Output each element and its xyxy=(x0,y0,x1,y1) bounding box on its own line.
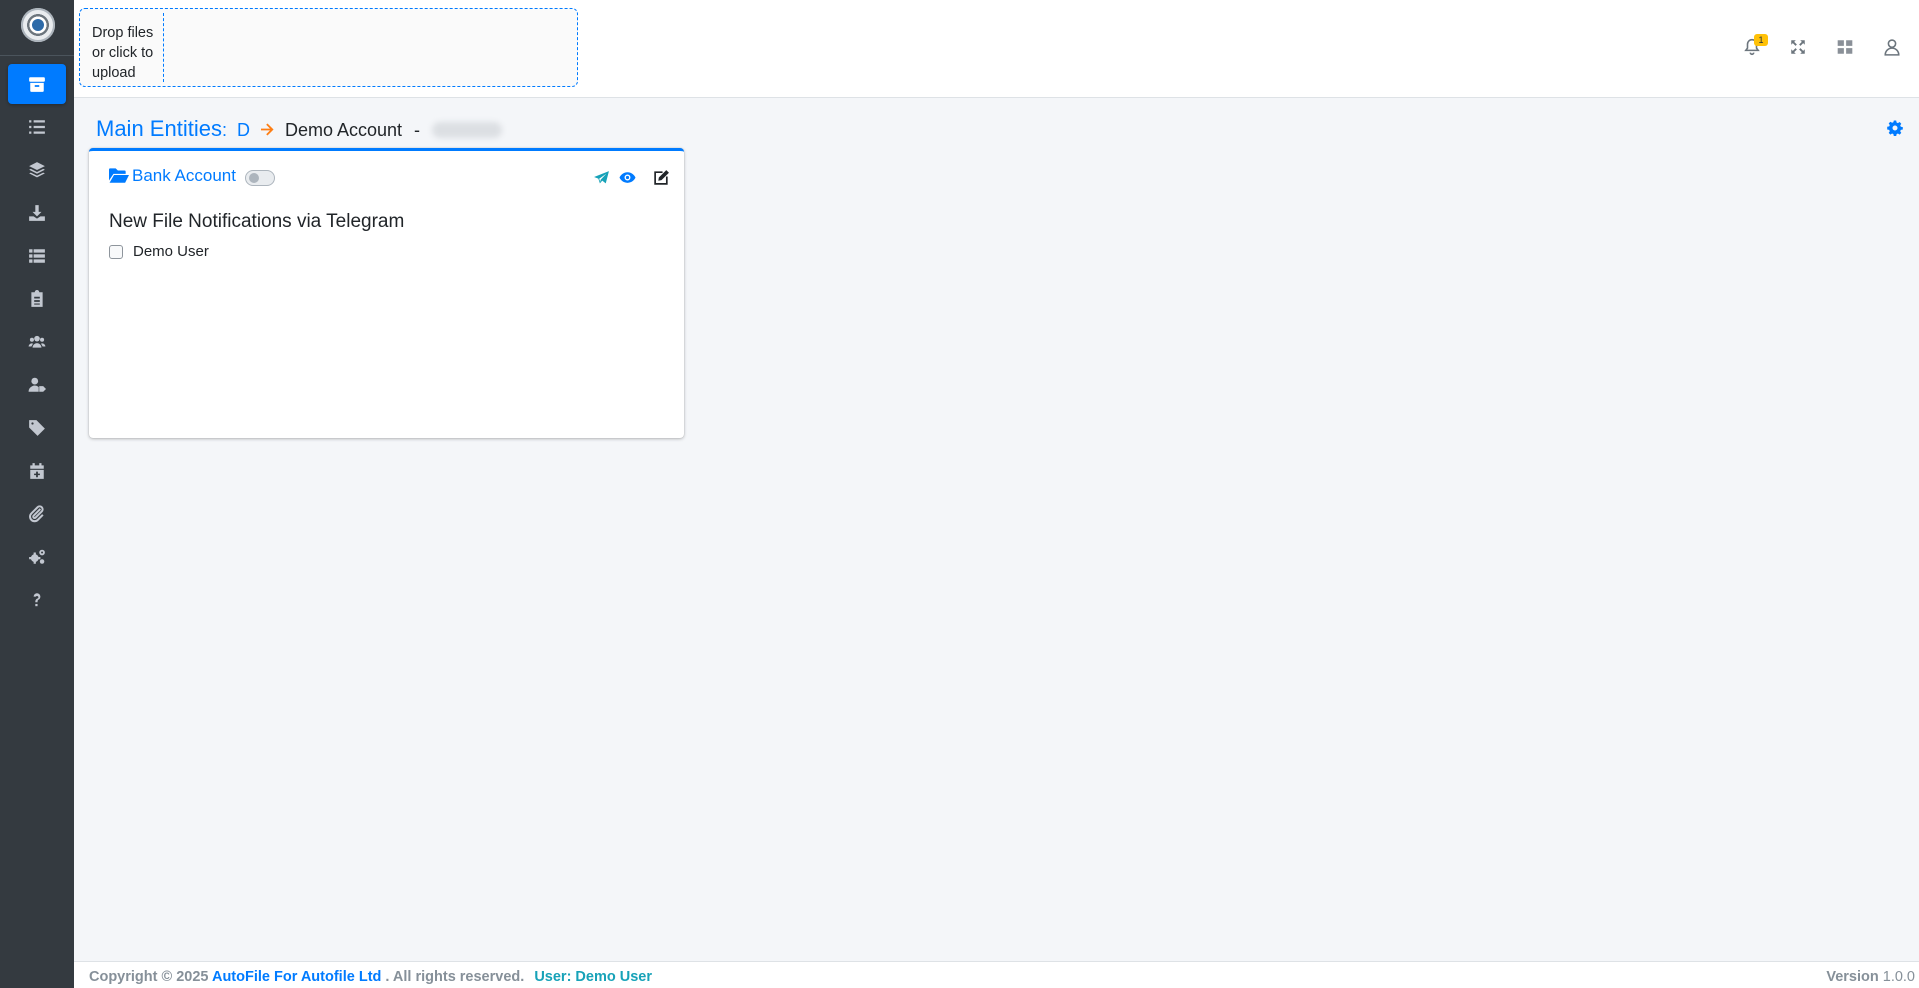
user-menu-button[interactable] xyxy=(1881,36,1903,58)
user-icon xyxy=(1884,39,1900,56)
layers-icon xyxy=(29,162,45,178)
view-button[interactable] xyxy=(617,167,637,187)
breadcrumb-main-entities[interactable]: Main Entities xyxy=(96,116,222,142)
telegram-icon xyxy=(593,170,609,183)
app-logo[interactable] xyxy=(21,8,55,42)
page-settings-button[interactable] xyxy=(1887,120,1907,140)
sidebar-item-users[interactable] xyxy=(8,322,66,362)
fullscreen-button[interactable] xyxy=(1787,36,1809,58)
user-checkbox[interactable] xyxy=(109,244,123,259)
cogs-icon xyxy=(29,549,45,564)
footer-version: Version 1.0.0 xyxy=(1826,969,1915,985)
sidebar-item-list[interactable] xyxy=(8,107,66,147)
arrow-right-icon xyxy=(260,123,275,141)
expand-arrows-icon xyxy=(1791,40,1805,54)
sidebar-item-attachments[interactable] xyxy=(8,494,66,534)
breadcrumb: Main Entities : D Demo Account - xyxy=(96,116,503,146)
tag-icon xyxy=(29,420,45,436)
sidebar-item-clipboard[interactable] xyxy=(8,279,66,319)
user-checkbox-row[interactable]: Demo User xyxy=(109,243,209,260)
card-header: Bank Account xyxy=(109,165,671,189)
breadcrumb-level-2: Demo Account xyxy=(284,120,403,140)
entity-card: Bank Account New File Notifications via … xyxy=(89,148,684,438)
sidebar-item-tags[interactable] xyxy=(8,408,66,448)
edit-button[interactable] xyxy=(651,167,671,187)
grid-icon xyxy=(1837,40,1853,54)
top-navbar: Drop files or click to upload 1 xyxy=(74,0,1919,98)
users-icon xyxy=(28,335,46,348)
file-dropzone[interactable]: Drop files or click to upload xyxy=(79,8,578,87)
list-icon xyxy=(29,120,45,134)
card-title-link[interactable]: Bank Account xyxy=(132,166,236,186)
toggle-knob xyxy=(249,173,259,183)
copyright-text: Copyright © 2025 xyxy=(89,969,209,985)
eye-icon xyxy=(619,171,635,183)
user-checkbox-label[interactable]: Demo User xyxy=(133,243,209,260)
calendar-plus-icon xyxy=(30,463,44,479)
breadcrumb-redacted-value xyxy=(432,122,503,138)
notifications-button[interactable]: 1 xyxy=(1741,34,1768,58)
company-link[interactable]: AutoFile For Autofile Ltd xyxy=(212,969,381,985)
edit-icon xyxy=(653,169,669,185)
telegram-notifications-heading: New File Notifications via Telegram xyxy=(109,211,405,232)
user-tag-icon xyxy=(28,377,46,392)
card-toggle-switch[interactable] xyxy=(245,170,275,186)
clipboard-icon xyxy=(31,290,43,307)
apps-grid-button[interactable] xyxy=(1834,36,1856,58)
sidebar-item-archive[interactable] xyxy=(8,64,66,104)
logo-mark xyxy=(32,19,44,31)
telegram-button[interactable] xyxy=(591,167,611,187)
rights-text: . All rights reserved. xyxy=(385,969,525,985)
question-icon xyxy=(33,593,41,607)
sidebar-item-table[interactable] xyxy=(8,236,66,276)
version-value: 1.0.0 xyxy=(1882,969,1915,985)
version-label: Version xyxy=(1826,969,1879,985)
paperclip-icon xyxy=(29,505,44,523)
sidebar-divider xyxy=(0,55,74,56)
sidebar xyxy=(0,0,74,988)
folder-open-icon xyxy=(109,167,129,185)
breadcrumb-level-1[interactable]: D xyxy=(237,120,250,141)
gear-icon xyxy=(1887,120,1903,137)
sidebar-item-help[interactable] xyxy=(8,580,66,620)
sidebar-item-settings[interactable] xyxy=(8,537,66,577)
sidebar-item-calendar[interactable] xyxy=(8,451,66,491)
breadcrumb-separator: - xyxy=(414,120,421,140)
breadcrumb-colon: : xyxy=(221,120,227,140)
sidebar-item-download[interactable] xyxy=(8,193,66,233)
footer: Copyright © 2025 AutoFile For Autofile L… xyxy=(74,961,1919,988)
notification-badge: 1 xyxy=(1754,34,1768,46)
table-list-icon xyxy=(29,249,45,263)
dropzone-prompt[interactable]: Drop files or click to upload xyxy=(84,13,164,82)
download-icon xyxy=(29,205,45,221)
footer-copyright: Copyright © 2025 AutoFile For Autofile L… xyxy=(89,969,652,985)
sidebar-item-user-tag[interactable] xyxy=(8,365,66,405)
archive-icon xyxy=(29,77,45,92)
current-user-text: User: Demo User xyxy=(534,969,652,985)
sidebar-item-layers[interactable] xyxy=(8,150,66,190)
